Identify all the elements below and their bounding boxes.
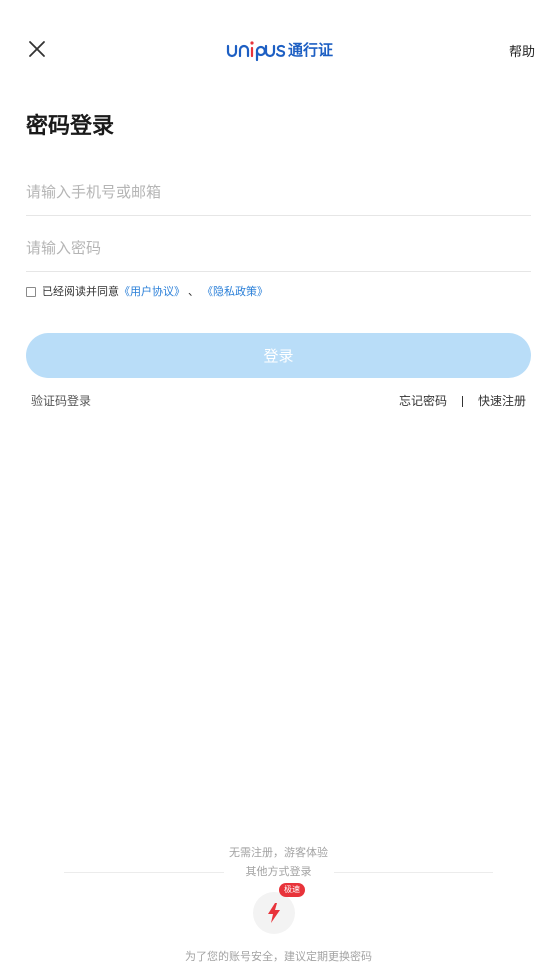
quick-login-button[interactable]: 极速 [253, 883, 305, 934]
lightning-icon [268, 903, 280, 923]
agreement-prefix: 已经阅读并同意 [42, 285, 119, 298]
divider-line-right [333, 871, 493, 873]
password-field [26, 224, 531, 272]
help-link[interactable]: 帮助 [509, 41, 535, 60]
login-button[interactable]: 登录 [26, 333, 531, 378]
other-methods-label: 其他方式登录 [245, 865, 312, 878]
forgot-password-link[interactable]: 忘记密码 [399, 392, 447, 410]
link-divider [461, 395, 463, 407]
close-button[interactable] [26, 38, 48, 60]
brand-text: 通行证 [288, 41, 334, 59]
sms-login-link[interactable]: 验证码登录 [31, 392, 91, 410]
divider-line-left [64, 871, 224, 873]
header: 通行证 帮助 [0, 0, 557, 100]
unipus-logo [226, 41, 286, 62]
page-title: 密码登录 [26, 114, 115, 139]
privacy-policy-link[interactable]: 《隐私政策》 [202, 284, 268, 300]
other-methods-row: 其他方式登录 [64, 864, 493, 880]
agreement-checkbox[interactable] [26, 287, 36, 297]
phone-input[interactable] [26, 168, 531, 215]
user-agreement-link[interactable]: 《用户协议》 [119, 284, 185, 300]
account-links: 忘记密码 快速注册 [399, 392, 526, 410]
quick-badge: 极速 [279, 883, 305, 897]
security-tip: 为了您的账号安全，建议定期更换密码 [185, 950, 372, 963]
close-icon [29, 41, 45, 57]
agreement-separator: 、 [188, 285, 199, 298]
phone-field [26, 168, 531, 216]
brand: 通行证 [226, 36, 333, 64]
quick-register-link[interactable]: 快速注册 [478, 392, 526, 410]
guest-experience-link[interactable]: 无需注册，游客体验 [0, 845, 557, 861]
password-input[interactable] [26, 224, 531, 271]
agreement-row: 已经阅读并同意 《用户协议》 、 《隐私政策》 [26, 284, 268, 300]
